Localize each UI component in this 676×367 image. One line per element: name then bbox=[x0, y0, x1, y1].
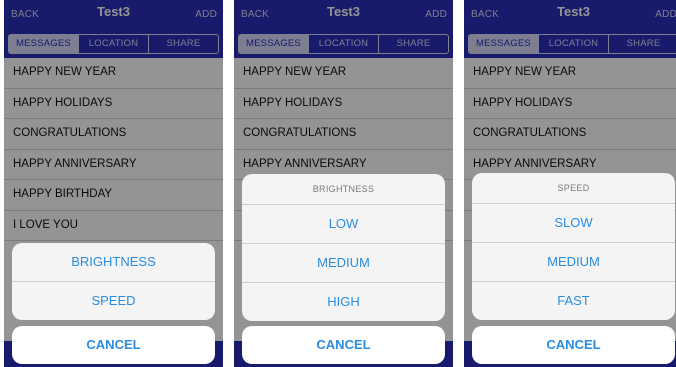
high-option[interactable]: HIGH bbox=[242, 283, 445, 321]
low-option[interactable]: LOW bbox=[242, 205, 445, 244]
speed-option[interactable]: SPEED bbox=[12, 282, 215, 320]
action-sheet: SPEED SLOW MEDIUM FAST bbox=[472, 173, 675, 320]
phone-screen-speed: BACK Test3 ADD MESSAGES LOCATION SHARE H… bbox=[464, 0, 676, 367]
slow-option[interactable]: SLOW bbox=[472, 204, 675, 243]
action-sheet: BRIGHTNESS SPEED bbox=[12, 243, 215, 320]
sheet-title: BRIGHTNESS bbox=[242, 174, 445, 205]
cancel-button[interactable]: CANCEL bbox=[12, 326, 215, 364]
cancel-button[interactable]: CANCEL bbox=[472, 326, 675, 364]
cancel-button[interactable]: CANCEL bbox=[242, 326, 445, 364]
medium-option[interactable]: MEDIUM bbox=[472, 243, 675, 282]
fast-option[interactable]: FAST bbox=[472, 282, 675, 320]
action-sheet: BRIGHTNESS LOW MEDIUM HIGH bbox=[242, 174, 445, 321]
sheet-title: SPEED bbox=[472, 173, 675, 204]
phone-screen-brightness: BACK Test3 ADD MESSAGES LOCATION SHARE H… bbox=[234, 0, 453, 367]
phone-screen-options: BACK Test3 ADD MESSAGES LOCATION SHARE H… bbox=[4, 0, 223, 367]
medium-option[interactable]: MEDIUM bbox=[242, 244, 445, 283]
brightness-option[interactable]: BRIGHTNESS bbox=[12, 243, 215, 282]
